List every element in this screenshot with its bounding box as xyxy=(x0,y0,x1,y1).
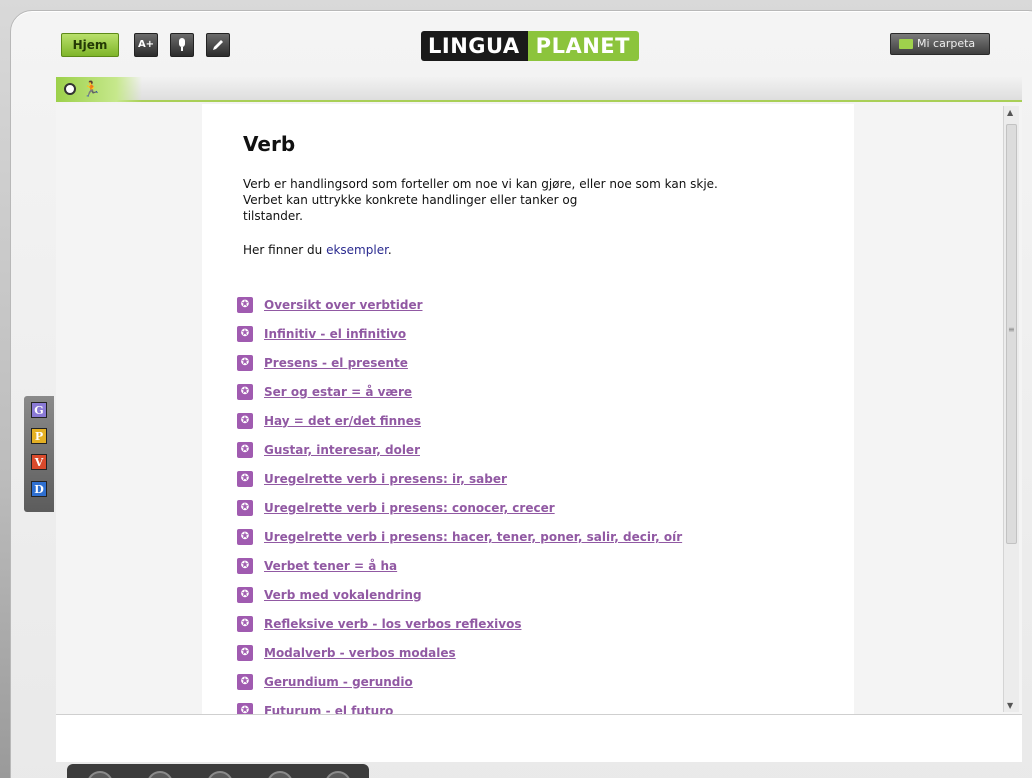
scroll-down-arrow-icon[interactable]: ▼ xyxy=(1007,701,1013,710)
topic-link[interactable]: Verbet tener = å ha xyxy=(264,559,397,573)
topic-item[interactable]: ✪ Verbet tener = å ha xyxy=(237,551,682,580)
star-icon: ✪ xyxy=(237,470,253,487)
topic-item[interactable]: ✪ Hay = det er/det finnes xyxy=(237,406,682,435)
grammar-side-panel: G P V D xyxy=(24,396,54,512)
bottom-bar xyxy=(56,714,1022,762)
running-person-icon: 🏃 xyxy=(82,80,101,98)
topic-link[interactable]: Uregelrette verb i presens: conocer, cre… xyxy=(264,501,555,515)
dock-button[interactable] xyxy=(325,771,351,778)
pen-icon xyxy=(213,40,223,50)
examples-prefix: Her finner du xyxy=(243,243,327,257)
side-button-d[interactable]: D xyxy=(31,481,47,497)
topic-item[interactable]: ✪ Uregelrette verb i presens: hacer, tene… xyxy=(237,522,682,551)
scroll-thumb[interactable]: ≡ xyxy=(1006,124,1017,544)
content-area: Verb Verb er handlingsord som forteller … xyxy=(56,104,1022,714)
topic-link[interactable]: Uregelrette verb i presens: hacer, tener… xyxy=(264,530,682,544)
microphone-button[interactable] xyxy=(170,33,194,57)
examples-link[interactable]: eksempler xyxy=(326,243,388,257)
lingua-planet-logo: LINGUA PLANET xyxy=(421,31,639,61)
star-icon: ✪ xyxy=(237,441,253,458)
intro-line: Verb er handlingsord som forteller om no… xyxy=(243,177,718,191)
tab-current[interactable]: 🏃 xyxy=(56,77,142,102)
intro-text: Verb er handlingsord som forteller om no… xyxy=(243,176,823,224)
topic-item[interactable]: ✪ Uregelrette verb i presens: ir, saber xyxy=(237,464,682,493)
bottom-dock xyxy=(67,764,369,778)
page-title: Verb xyxy=(243,132,296,156)
examples-text: Her finner du eksempler. xyxy=(243,243,392,257)
top-toolbar: Hjem A+ LINGUA PLANET Mi carpeta xyxy=(0,0,1032,70)
star-icon: ✪ xyxy=(237,557,253,574)
topic-item[interactable]: ✪ Oversikt over verbtider xyxy=(237,290,682,319)
side-button-v[interactable]: V xyxy=(31,454,47,470)
topic-link[interactable]: Presens - el presente xyxy=(264,356,408,370)
star-icon: ✪ xyxy=(237,615,253,632)
topic-item[interactable]: ✪ Refleksive verb - los verbos reflexivos xyxy=(237,609,682,638)
topic-link[interactable]: Modalverb - verbos modales xyxy=(264,646,456,660)
star-icon: ✪ xyxy=(237,702,253,714)
topic-item[interactable]: ✪ Modalverb - verbos modales xyxy=(237,638,682,667)
topic-item[interactable]: ✪ Uregelrette verb i presens: conocer, cr… xyxy=(237,493,682,522)
topic-item[interactable]: ✪ Gerundium - gerundio xyxy=(237,667,682,696)
my-folder-button[interactable]: Mi carpeta xyxy=(890,33,990,55)
dock-button[interactable] xyxy=(87,771,113,778)
grip-icon: ≡ xyxy=(1008,325,1015,334)
pen-button[interactable] xyxy=(206,33,230,57)
topic-link[interactable]: Oversikt over verbtider xyxy=(264,298,423,312)
topic-item[interactable]: ✪ Presens - el presente xyxy=(237,348,682,377)
topic-item[interactable]: ✪ Ser og estar = å være xyxy=(237,377,682,406)
font-size-button[interactable]: A+ xyxy=(134,33,158,57)
logo-part-lingua: LINGUA xyxy=(421,31,528,61)
star-icon: ✪ xyxy=(237,383,253,400)
side-button-p[interactable]: P xyxy=(31,428,47,444)
topic-link[interactable]: Infinitiv - el infinitivo xyxy=(264,327,406,341)
content-page: Verb Verb er handlingsord som forteller … xyxy=(202,104,854,714)
star-icon: ✪ xyxy=(237,528,253,545)
topic-link[interactable]: Gerundium - gerundio xyxy=(264,675,413,689)
topic-link[interactable]: Futurum - el futuro xyxy=(264,704,393,715)
my-folder-label: Mi carpeta xyxy=(917,37,976,50)
star-icon: ✪ xyxy=(237,325,253,342)
star-icon: ✪ xyxy=(237,296,253,313)
intro-line: tilstander. xyxy=(243,209,303,223)
dock-button[interactable] xyxy=(207,771,233,778)
vertical-scrollbar[interactable]: ▲ ≡ ▼ xyxy=(1003,106,1019,712)
topic-link[interactable]: Verb med vokalendring xyxy=(264,588,422,602)
topic-item[interactable]: ✪ Gustar, interesar, doler xyxy=(237,435,682,464)
topic-item[interactable]: ✪ Futurum - el futuro xyxy=(237,696,682,714)
topic-link[interactable]: Refleksive verb - los verbos reflexivos xyxy=(264,617,521,631)
dock-button[interactable] xyxy=(147,771,173,778)
topic-link[interactable]: Uregelrette verb i presens: ir, saber xyxy=(264,472,507,486)
tab-strip: 🏃 xyxy=(56,77,1022,102)
home-button[interactable]: Hjem xyxy=(61,33,119,57)
star-icon: ✪ xyxy=(237,586,253,603)
topic-list: ✪ Oversikt over verbtider ✪ Infinitiv - el … xyxy=(237,290,682,714)
topic-item[interactable]: ✪ Infinitiv - el infinitivo xyxy=(237,319,682,348)
side-button-g[interactable]: G xyxy=(31,402,47,418)
star-icon: ✪ xyxy=(237,644,253,661)
scroll-up-arrow-icon[interactable]: ▲ xyxy=(1007,108,1013,117)
star-icon: ✪ xyxy=(237,354,253,371)
folder-icon xyxy=(899,39,913,49)
star-icon: ✪ xyxy=(237,499,253,516)
microphone-icon xyxy=(179,38,185,51)
star-icon: ✪ xyxy=(237,412,253,429)
topic-link[interactable]: Ser og estar = å være xyxy=(264,385,412,399)
topic-link[interactable]: Gustar, interesar, doler xyxy=(264,443,420,457)
star-icon: ✪ xyxy=(237,673,253,690)
clock-icon xyxy=(64,83,76,95)
topic-item[interactable]: ✪ Verb med vokalendring xyxy=(237,580,682,609)
logo-part-planet: PLANET xyxy=(527,31,639,61)
examples-suffix: . xyxy=(387,243,392,257)
intro-line: Verbet kan uttrykke konkrete handlinger … xyxy=(243,193,578,207)
dock-button[interactable] xyxy=(267,771,293,778)
topic-link[interactable]: Hay = det er/det finnes xyxy=(264,414,421,428)
